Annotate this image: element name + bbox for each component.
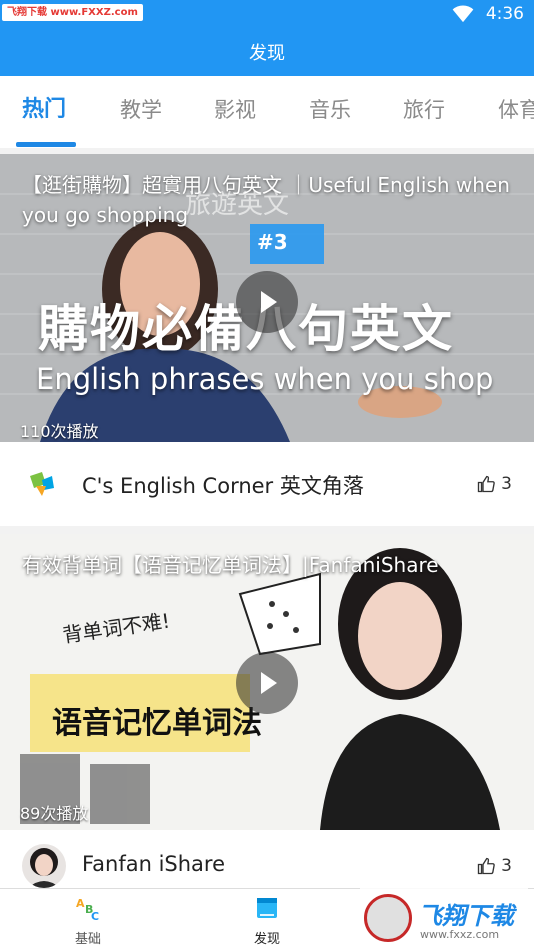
video-card[interactable]: 有效背单词【语音记忆单词法】|FanfaniShare 背单词不难! 语音记忆单… [0, 534, 534, 888]
tab-sports[interactable]: 体育 [498, 76, 534, 148]
play-button[interactable] [236, 652, 298, 714]
app-header: 发现 [0, 28, 534, 76]
watermark-logo: 飞翔下载 www.fxxz.com [360, 888, 528, 948]
book-icon [257, 898, 277, 918]
nav-label: 基础 [74, 932, 101, 947]
svg-text:C: C [91, 910, 99, 921]
thumbnail-banner: 语音记忆单词法 [52, 706, 262, 741]
nav-discover[interactable]: 发现 [227, 895, 307, 947]
episode-label: #3 [257, 230, 288, 254]
avatar[interactable] [22, 844, 66, 888]
page-title: 发现 [249, 43, 285, 64]
watermark-url: www.fxxz.com [420, 928, 500, 941]
watermark-badge: 飞翔下载 www.FXXZ.com [2, 4, 143, 21]
tab-music[interactable]: 音乐 [309, 76, 351, 148]
handwriting-text: 旅遊英文 [185, 190, 290, 220]
nav-label: 发现 [253, 932, 280, 947]
avatar[interactable] [22, 466, 66, 510]
abc-icon: A B C [76, 897, 99, 923]
like-count: 3 [501, 856, 512, 876]
clock: 4:36 [485, 4, 524, 24]
wifi-icon [452, 5, 474, 23]
author-logo [22, 466, 66, 510]
author-name[interactable]: C's English Corner 英文角落 [82, 470, 364, 500]
watermark-brand: 飞翔下载 [418, 902, 514, 930]
tab-indicator [16, 142, 76, 147]
status-indicators: 4:36 [452, 2, 524, 26]
video-card[interactable]: 【逛街購物】超實用八句英文 ｜Useful English when you g… [0, 154, 534, 526]
view-count: 89次播放 [20, 804, 89, 823]
thumbs-up-icon [477, 857, 495, 875]
nav-basics[interactable]: A B C 基础 [48, 895, 128, 947]
tab-film[interactable]: 影视 [214, 76, 256, 148]
author-row[interactable]: Fanfan iShare 3 [0, 830, 534, 888]
video-thumbnail[interactable]: 有效背单词【语音记忆单词法】|FanfaniShare 背单词不难! 语音记忆单… [0, 534, 534, 830]
tab-hot[interactable]: 热门 [22, 76, 66, 148]
author-row[interactable]: C's English Corner 英文角落 3 [0, 450, 534, 522]
tab-teaching[interactable]: 教学 [120, 76, 162, 148]
status-bar: 飞翔下载 www.FXXZ.com 4:36 [0, 0, 534, 28]
watermark-emblem [364, 894, 412, 942]
svg-text:A: A [76, 897, 85, 910]
video-title: 有效背单词【语音记忆单词法】|FanfaniShare [22, 553, 439, 577]
like-button[interactable]: 3 [477, 856, 512, 876]
like-count: 3 [501, 474, 512, 494]
view-count: 110次播放 [20, 422, 99, 441]
thumbnail-subline: English phrases when you shop [36, 362, 494, 396]
like-button[interactable]: 3 [477, 474, 512, 494]
tab-travel[interactable]: 旅行 [403, 76, 445, 148]
author-name[interactable]: Fanfan iShare [82, 852, 225, 876]
category-tabs: 热门 教学 影视 音乐 旅行 体育 [0, 76, 534, 148]
play-button[interactable] [236, 271, 298, 333]
thumbs-up-icon [477, 475, 495, 493]
video-thumbnail[interactable]: 【逛街購物】超實用八句英文 ｜Useful English when you g… [0, 154, 534, 442]
author-avatar-image [22, 844, 66, 888]
